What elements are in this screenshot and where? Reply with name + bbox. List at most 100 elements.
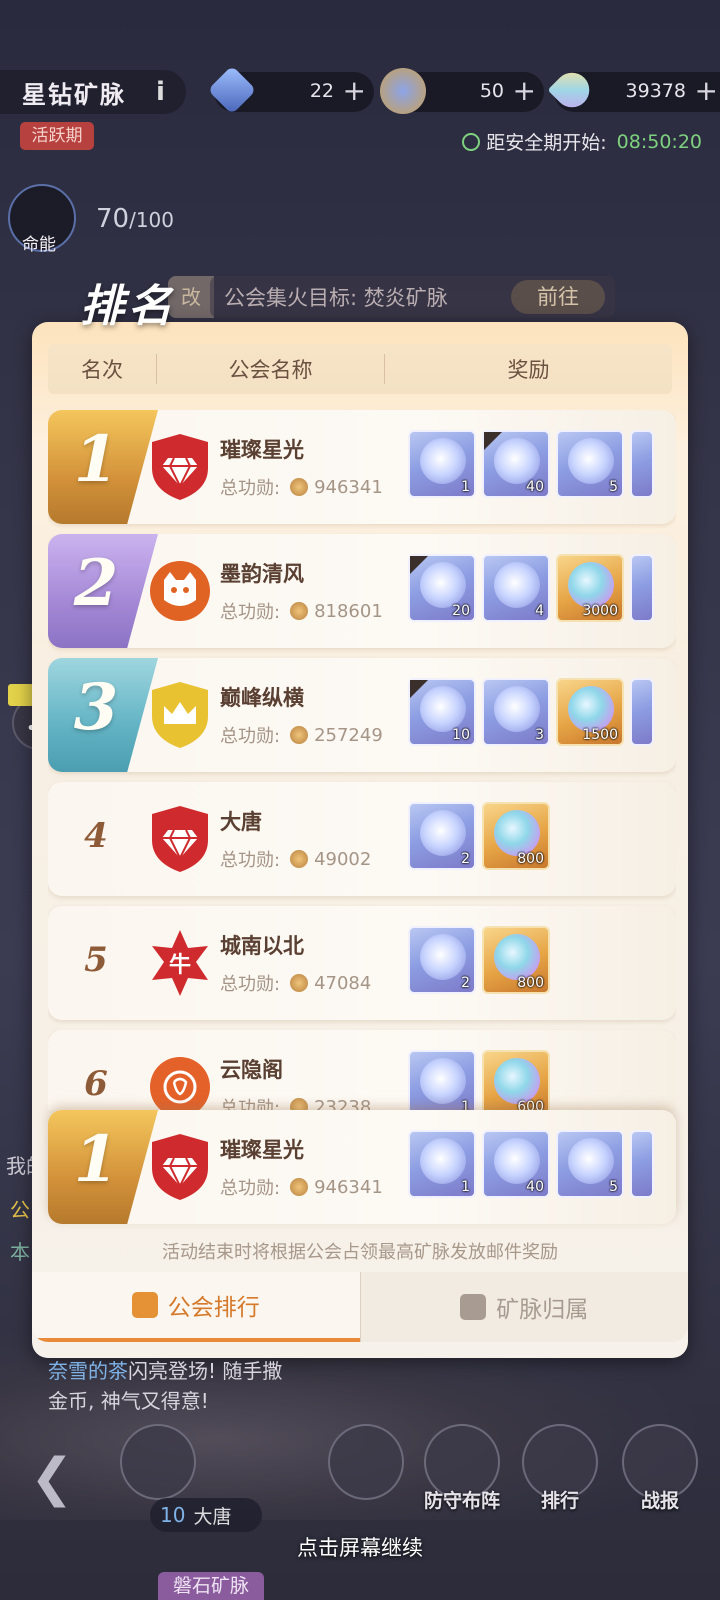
safe-period-time: 08:50:20 <box>616 130 702 153</box>
merit-icon <box>290 602 309 620</box>
guild-rank-icon <box>131 1292 158 1318</box>
guild-name: 墨韵清风 <box>220 562 304 586</box>
reward-item-overflow <box>630 554 654 622</box>
guild-merit: 总功勋: 47084 <box>220 970 371 996</box>
info-icon[interactable]: i <box>156 78 165 106</box>
guild-merit: 总功勋: 23238 <box>220 1094 371 1110</box>
merit-icon <box>290 726 309 744</box>
attack-button[interactable] <box>326 1424 406 1502</box>
reward-item[interactable]: 1 <box>408 1130 476 1198</box>
reward-count: 3 <box>535 727 544 743</box>
add-icon[interactable]: + <box>343 74 366 107</box>
star-crystal-icon <box>494 562 540 608</box>
merit-label: 总功勋: <box>220 850 281 871</box>
energy-button[interactable]: 命能 <box>8 184 78 255</box>
resource-star-orb[interactable]: 50 + <box>380 68 544 114</box>
mine-flag-icon <box>460 1294 487 1320</box>
reward-item[interactable]: 4 <box>482 554 550 622</box>
reward-item[interactable]: 800 <box>482 926 550 994</box>
reward-list: 2 800 <box>408 926 550 994</box>
reward-item[interactable]: 20 <box>408 554 476 622</box>
battle-report-button[interactable]: 战报 <box>620 1424 700 1513</box>
reward-icon <box>568 1138 614 1184</box>
add-icon[interactable]: + <box>695 74 718 107</box>
resource-value: 50 <box>479 80 504 102</box>
reward-item[interactable]: 2 <box>408 926 476 994</box>
reward-icon <box>494 1138 540 1184</box>
star-crystal-icon <box>568 438 614 484</box>
tab-label: 公会排行 <box>167 1295 260 1321</box>
rainbow-gem-icon <box>494 810 540 856</box>
reward-item[interactable]: 3000 <box>556 554 624 622</box>
panel-title: 排名 <box>80 281 176 332</box>
resource-rainbow-gem[interactable]: 39378 + <box>547 65 720 115</box>
ranking-row[interactable]: 3 巅峰纵横 总功勋: 257249 10 3 1500 <box>48 658 676 772</box>
reward-item[interactable]: 1500 <box>556 678 624 746</box>
occupant-guild: 大唐 <box>193 1505 232 1528</box>
reward-item-overflow <box>630 1130 654 1198</box>
guild-name: 巅峰纵横 <box>220 686 304 710</box>
reward-item[interactable]: 5 <box>556 1130 624 1198</box>
crossed-swords-icon <box>328 1424 404 1500</box>
rank-number: 1 <box>73 1122 119 1197</box>
ranking-list[interactable]: 1 璀璨星光 总功勋: 946341 1 40 5 2 墨韵清风 总功勋: 818601 20 4 300… <box>48 410 676 1110</box>
player-count: 10 <box>160 1503 186 1527</box>
reward-count: 800 <box>517 851 544 867</box>
rainbow-gem-icon <box>568 562 614 608</box>
rank-number: 4 <box>84 816 108 856</box>
reward-item[interactable]: 1 <box>408 1050 476 1110</box>
reward-item[interactable]: 10 <box>408 678 476 746</box>
ranking-row[interactable]: 2 墨韵清风 总功勋: 818601 20 4 3000 <box>48 534 676 648</box>
ranking-row[interactable]: 6 云隐阁 总功勋: 23238 1 600 <box>48 1030 676 1110</box>
tap-to-continue[interactable]: 点击屏幕继续 <box>0 1532 720 1562</box>
behind-guild-label: 公 <box>10 1198 30 1222</box>
ranking-row[interactable]: 4 大唐 总功勋: 49002 2 800 <box>48 782 676 896</box>
home-button[interactable] <box>118 1424 198 1502</box>
nav-label: 排行 <box>540 1490 579 1512</box>
reward-count: 40 <box>526 1179 544 1195</box>
defense-setup-button[interactable]: 防守布阵 <box>422 1424 502 1513</box>
rainbow-gem-icon <box>494 934 540 980</box>
reward-item[interactable]: 2 <box>408 802 476 870</box>
merit-icon <box>290 1178 309 1196</box>
ranking-row[interactable]: 1 璀璨星光 总功勋: 946341 1 40 5 <box>48 410 676 524</box>
ticker-text: 闪亮登场! 随手撒 <box>128 1359 283 1383</box>
reward-list: 1 40 5 <box>408 430 654 498</box>
ranking-button[interactable]: 排行 <box>520 1424 600 1513</box>
ranking-row[interactable]: 5 牛 城南以北 总功勋: 47084 2 800 <box>48 906 676 1020</box>
tab-guild-rank[interactable]: 公会排行 <box>32 1272 360 1342</box>
reward-list: 20 4 3000 <box>408 554 654 622</box>
reward-count: 4 <box>535 603 544 619</box>
merit-icon <box>290 478 309 496</box>
home-icon <box>120 1424 196 1500</box>
merit-icon <box>290 974 309 992</box>
star-crystal-icon <box>420 1058 466 1104</box>
back-arrow-icon[interactable]: ❮ <box>30 1448 74 1508</box>
column-guild: 公会名称 <box>156 354 384 384</box>
rainbow-gem-icon <box>494 1058 540 1104</box>
merit-value: 49002 <box>314 848 372 870</box>
broadcast-ticker: 奈雪的茶闪亮登场! 随手撒 金币, 神气又得意! <box>48 1356 282 1416</box>
reward-list: 2 800 <box>408 802 550 870</box>
guild-merit: 总功勋: 946341 <box>220 1174 383 1200</box>
column-reward: 奖励 <box>384 354 672 384</box>
add-icon[interactable]: + <box>513 74 536 107</box>
star-orb-icon <box>380 68 426 114</box>
tab-mine-ownership[interactable]: 矿脉归属 <box>359 1272 689 1342</box>
reward-item[interactable]: 5 <box>556 430 624 498</box>
mine-title: 星钻矿脉 <box>22 80 126 109</box>
reward-count: 2 <box>461 975 470 991</box>
ranking-row[interactable]: 1 璀璨星光 总功勋: 946341 1 40 5 <box>48 1110 676 1224</box>
reward-item[interactable]: 1 <box>408 430 476 498</box>
reward-list: 1 600 <box>408 1050 550 1110</box>
reward-item[interactable]: 40 <box>482 1130 550 1198</box>
resource-blue-crystal[interactable]: 22 + <box>207 65 374 115</box>
reward-count: 1 <box>461 1179 470 1195</box>
reward-item[interactable]: 600 <box>482 1050 550 1110</box>
star-crystal-icon <box>420 810 466 856</box>
reward-item[interactable]: 3 <box>482 678 550 746</box>
reward-item[interactable]: 800 <box>482 802 550 870</box>
reward-item[interactable]: 40 <box>482 430 550 498</box>
guild-name: 云隐阁 <box>220 1058 283 1082</box>
rank-number: 1 <box>73 422 119 497</box>
